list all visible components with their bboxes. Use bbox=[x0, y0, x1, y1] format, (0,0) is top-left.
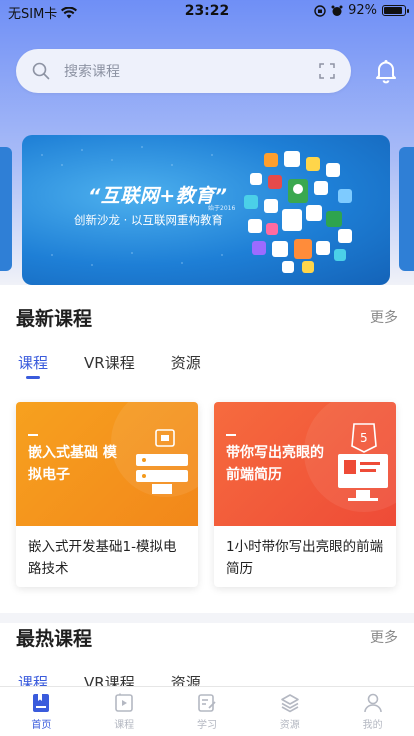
nav-study[interactable]: 学习 bbox=[166, 687, 249, 736]
resource-layers-icon bbox=[280, 694, 299, 713]
bottom-navigation: 首页 课程 学习 资源 我的 bbox=[0, 686, 414, 736]
search-input[interactable]: 搜索课程 bbox=[16, 49, 351, 93]
tab-courses[interactable]: 课程 bbox=[18, 352, 49, 379]
previous-banner-peek[interactable] bbox=[0, 147, 12, 271]
latest-courses-section: 最新课程 更多 课程 VR课程 资源 嵌入式基础 模拟电子 嵌入式开发基础1-模… bbox=[0, 285, 414, 613]
search-icon bbox=[32, 62, 50, 80]
next-banner-peek[interactable] bbox=[399, 147, 414, 271]
server-chip-icon bbox=[136, 429, 188, 494]
scan-icon[interactable] bbox=[319, 63, 335, 79]
notification-bell-icon[interactable] bbox=[372, 57, 400, 85]
nav-resources-label: 资源 bbox=[279, 720, 300, 731]
latest-more-link[interactable]: 更多 bbox=[370, 307, 398, 327]
tab-vr-courses[interactable]: VR课程 bbox=[84, 352, 135, 373]
section-divider bbox=[0, 613, 414, 623]
battery-icon bbox=[382, 5, 409, 16]
svg-text:5: 5 bbox=[360, 431, 368, 445]
course-thumb-title: 嵌入式基础 模拟电子 bbox=[28, 445, 117, 483]
hot-courses-title: 最热课程 bbox=[16, 628, 93, 650]
study-edit-icon bbox=[198, 694, 216, 712]
course-name: 1小时带你写出亮眼的前端简历 bbox=[226, 539, 384, 577]
course-thumbnail: 带你写出亮眼的 前端简历 5 bbox=[214, 402, 396, 526]
home-book-icon bbox=[33, 694, 50, 712]
resume-monitor-icon: 5 bbox=[338, 423, 388, 501]
nav-study-label: 学习 bbox=[196, 720, 217, 731]
thumb-accent-bar bbox=[226, 434, 236, 436]
app-icons-illustration bbox=[244, 151, 352, 273]
nav-home-label: 首页 bbox=[31, 720, 52, 731]
active-tab-indicator bbox=[26, 376, 40, 379]
course-card-frontend-resume[interactable]: 带你写出亮眼的 前端简历 5 1小时带你写出亮眼的前端简历 bbox=[214, 402, 396, 587]
banner-since: 始于2016 bbox=[208, 205, 236, 212]
course-name: 嵌入式开发基础1-模拟电路技术 bbox=[28, 539, 177, 577]
search-placeholder: 搜索课程 bbox=[64, 64, 120, 80]
nav-courses[interactable]: 课程 bbox=[83, 687, 166, 736]
thumb-accent-bar bbox=[28, 434, 38, 436]
nav-profile-label: 我的 bbox=[362, 720, 383, 731]
alarm-icon bbox=[331, 5, 343, 16]
latest-tabs: 课程 VR课程 资源 bbox=[18, 352, 201, 379]
nav-resources[interactable]: 资源 bbox=[248, 687, 331, 736]
banner-slide[interactable]: “互联网+教育” 始于2016 创新沙龙 · 以互联网重构教育 bbox=[22, 135, 390, 285]
hot-more-link[interactable]: 更多 bbox=[370, 627, 398, 647]
battery-percent: 92% bbox=[348, 3, 377, 18]
latest-courses-title: 最新课程 bbox=[16, 308, 93, 330]
banner-subtitle: 创新沙龙 · 以互联网重构教育 bbox=[74, 213, 223, 227]
banner-carousel[interactable]: “互联网+教育” 始于2016 创新沙龙 · 以互联网重构教育 bbox=[0, 135, 414, 285]
status-bar: 无SIM卡 23:22 92% bbox=[0, 0, 414, 22]
course-thumbnail: 嵌入式基础 模拟电子 bbox=[16, 402, 198, 526]
nav-home[interactable]: 首页 bbox=[0, 687, 83, 736]
nav-profile[interactable]: 我的 bbox=[331, 687, 414, 736]
course-thumb-title: 带你写出亮眼的 前端简历 bbox=[226, 445, 324, 483]
course-play-icon bbox=[115, 693, 133, 712]
tab-resources[interactable]: 资源 bbox=[171, 352, 201, 373]
course-card-embedded[interactable]: 嵌入式基础 模拟电子 嵌入式开发基础1-模拟电路技术 bbox=[16, 402, 198, 587]
orientation-lock-icon bbox=[314, 4, 326, 17]
banner-title: “互联网+教育” bbox=[88, 185, 228, 207]
hot-courses-section: 最热课程 更多 课程 VR课程 资源 bbox=[0, 613, 414, 688]
profile-icon bbox=[363, 693, 382, 713]
tab-courses-label: 课程 bbox=[18, 354, 49, 372]
nav-courses-label: 课程 bbox=[114, 720, 135, 731]
